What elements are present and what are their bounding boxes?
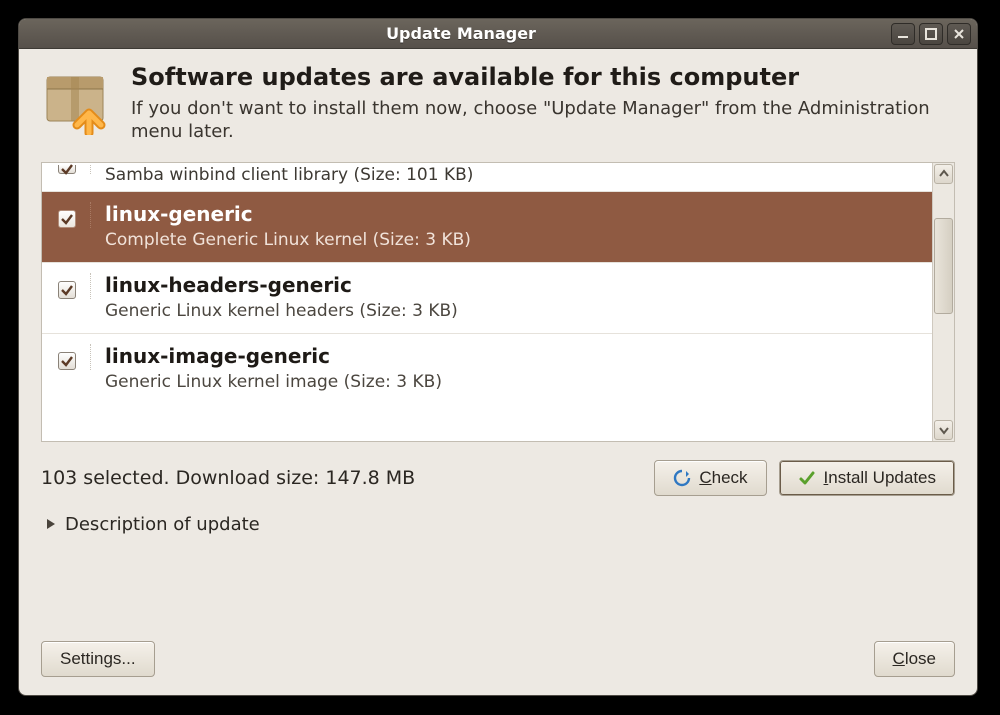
close-button[interactable] [947,23,971,45]
header-subtext: If you don't want to install them now, c… [131,97,955,144]
check-icon [60,163,74,176]
check-button[interactable]: Check [654,460,766,496]
scrollbar[interactable] [932,163,954,441]
scroll-thumb[interactable] [934,218,953,314]
header: Software updates are available for this … [19,49,977,150]
chevron-up-icon [939,169,949,179]
list-item[interactable]: linux-headers-generic Generic Linux kern… [42,263,932,334]
description-expander[interactable]: Description of update [19,502,977,539]
update-checkbox[interactable] [58,165,76,174]
maximize-button[interactable] [919,23,943,45]
check-icon [60,354,74,368]
update-checkbox[interactable] [58,352,76,370]
updates-list-frame: Samba winbind client library (Size: 101 … [41,162,955,442]
action-bar: 103 selected. Download size: 147.8 MB Ch… [19,442,977,502]
close-icon [953,28,965,40]
close-dialog-button[interactable]: Close [874,641,955,677]
bottom-bar: Settings... Close [19,623,977,695]
scroll-up-button[interactable] [934,164,953,184]
header-text: Software updates are available for this … [131,63,955,144]
minimize-button[interactable] [891,23,915,45]
button-label: Settings... [60,649,136,669]
update-checkbox[interactable] [58,281,76,299]
window-title: Update Manager [31,24,891,43]
maximize-icon [925,28,937,40]
list-item[interactable]: Samba winbind client library (Size: 101 … [42,163,932,192]
list-item[interactable]: linux-generic Complete Generic Linux ker… [42,192,932,263]
scroll-track[interactable] [934,186,953,418]
titlebar: Update Manager [19,19,977,49]
settings-button[interactable]: Settings... [41,641,155,677]
update-name: linux-image-generic [105,344,922,368]
updates-list[interactable]: Samba winbind client library (Size: 101 … [42,163,932,441]
status-text: 103 selected. Download size: 147.8 MB [41,467,642,489]
header-heading: Software updates are available for this … [131,63,955,91]
window-controls [891,23,971,45]
minimize-icon [897,28,909,40]
expander-arrow-icon [45,518,57,530]
scroll-down-button[interactable] [934,420,953,440]
update-name: linux-headers-generic [105,273,922,297]
update-manager-window: Update Manager [18,18,978,696]
check-icon [60,283,74,297]
update-description: Samba winbind client library (Size: 101 … [105,165,922,185]
button-label: Check [699,468,747,488]
chevron-down-icon [939,425,949,435]
install-updates-button[interactable]: Install Updates [779,460,955,496]
update-checkbox[interactable] [58,210,76,228]
expander-label: Description of update [65,514,260,535]
update-description: Complete Generic Linux kernel (Size: 3 K… [105,230,922,250]
apply-icon [798,469,816,487]
button-label: Install Updates [824,468,936,488]
package-update-icon [41,63,113,144]
check-icon [60,212,74,226]
refresh-icon [673,469,691,487]
button-label: Close [893,649,936,669]
update-description: Generic Linux kernel headers (Size: 3 KB… [105,301,922,321]
update-description: Generic Linux kernel image (Size: 3 KB) [105,372,922,392]
update-name: linux-generic [105,202,922,226]
list-item[interactable]: linux-image-generic Generic Linux kernel… [42,334,932,404]
